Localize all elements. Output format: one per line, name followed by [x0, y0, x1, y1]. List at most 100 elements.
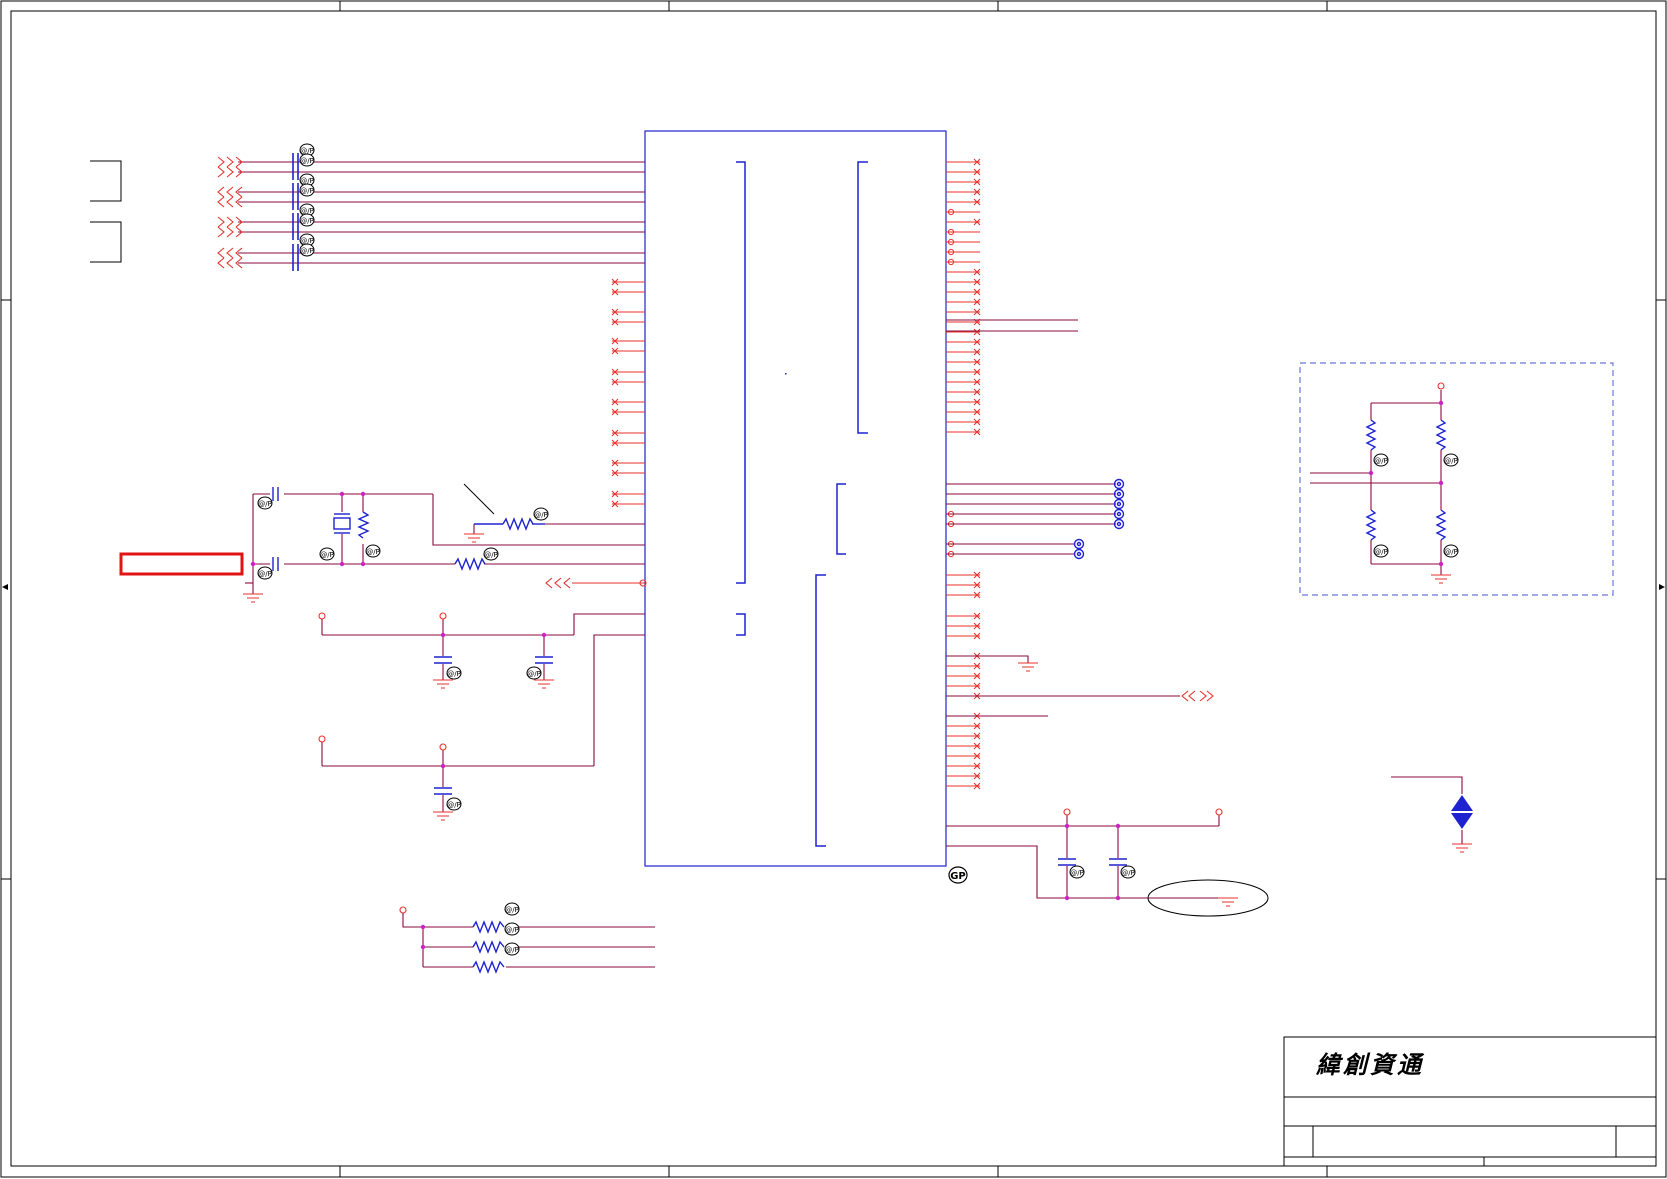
- frame-arrow-right: [1659, 584, 1665, 590]
- ic-right-pin: [946, 632, 981, 640]
- svg-text:@/P: @/P: [1374, 548, 1388, 556]
- ic-right-pin: [946, 591, 981, 599]
- part-op-badge: @/P: [533, 507, 549, 521]
- svg-text:@/P: @/P: [258, 570, 272, 578]
- ic-right-pin: [946, 228, 980, 236]
- ic-right-pin: [946, 298, 981, 306]
- crystal-section: [245, 493, 645, 594]
- ic-left-pin: [611, 278, 645, 286]
- esd-diode: [1391, 776, 1473, 844]
- ground-symbol: [433, 679, 453, 689]
- svg-text:@/P: @/P: [320, 551, 334, 559]
- ground-symbol: [433, 811, 453, 821]
- ic-right-pin: [946, 248, 980, 256]
- ic-left-pin: [611, 408, 645, 416]
- ic-right-pin: [946, 268, 981, 276]
- drawing-frame: [0, 0, 1667, 1178]
- right-junctions: [1064, 823, 1121, 901]
- svg-text:@/P: @/P: [484, 551, 498, 559]
- svg-text:@/P: @/P: [1444, 548, 1458, 556]
- part-op-badge: @/P: [319, 547, 335, 561]
- ic-right-pin: [946, 762, 981, 770]
- ic-left-pin: [611, 337, 645, 345]
- ic-right-pin: [946, 732, 981, 740]
- svg-text:@/P: @/P: [1070, 869, 1084, 877]
- ic-pins: [611, 158, 981, 790]
- ic-right-pin: [946, 288, 981, 296]
- ic-left-pin: [611, 429, 645, 437]
- ic-left-pin: [611, 439, 645, 447]
- crystal-symbols: [272, 487, 545, 571]
- svg-text:@/P: @/P: [527, 670, 541, 678]
- ground-symbol: [243, 593, 263, 603]
- company-name: 緯創資通: [1315, 1050, 1425, 1079]
- schematic-sheet: 緯創資通 @/P@/P@/P@/P@/P@/P@/P@/P@/P@/P@/P@/…: [0, 0, 1667, 1178]
- part-op-badge: @/P: [446, 666, 462, 680]
- svg-text:@/P: @/P: [300, 187, 314, 195]
- annotation-leader: [463, 483, 495, 515]
- ic-right-pin: [946, 218, 981, 226]
- supply-junctions: [440, 632, 547, 769]
- ic-right-pin: [946, 308, 981, 316]
- ic-right-pin: [946, 418, 981, 426]
- input-arrow-left: [545, 577, 647, 589]
- ic-right-pin: [946, 358, 981, 366]
- ic-right-pin: [946, 782, 981, 790]
- svg-text:@/P: @/P: [300, 247, 314, 255]
- ic-left-pin: [611, 378, 645, 386]
- frame-arrow-left: [2, 584, 8, 590]
- ground-symbol: [534, 679, 554, 689]
- diff-input-section: [90, 153, 645, 271]
- part-op-badge: @/P: [299, 153, 315, 167]
- svg-text:@/P: @/P: [1121, 869, 1135, 877]
- ic-left-pin: [611, 288, 645, 296]
- ic-right-pin: [946, 752, 981, 760]
- ic-right-pin: [946, 378, 981, 386]
- svg-text:@/P: @/P: [300, 217, 314, 225]
- svg-text:@/P: @/P: [1374, 457, 1388, 465]
- ic-right-pin: [946, 238, 980, 246]
- ic-left-pin: [611, 368, 645, 376]
- part-op-badge: @/P: [504, 922, 520, 936]
- ic-right-pin: [946, 772, 981, 780]
- ic-right-pin: [946, 408, 981, 416]
- svg-text:@/P: @/P: [505, 946, 519, 954]
- part-op-badge: @/P: [1069, 865, 1085, 879]
- part-op-badge: @/P: [257, 566, 273, 580]
- part-op-badge: @/P: [1443, 544, 1459, 558]
- part-op-badge: @/P: [1120, 865, 1136, 879]
- ic-right-pin: [946, 168, 981, 176]
- ic-center-dot: [785, 373, 787, 375]
- right-rails: [1063, 808, 1223, 816]
- ground-symbol: [464, 533, 484, 543]
- ic-right-pin: [946, 388, 981, 396]
- ic-left-pin: [611, 459, 645, 467]
- part-op-badge: @/P: [1373, 544, 1389, 558]
- ic-right-pin: [946, 581, 981, 589]
- supply-rails: [318, 612, 447, 914]
- svg-text:@/P: @/P: [447, 801, 461, 809]
- ic-right-pin: [946, 258, 980, 266]
- ic-pin-group-brackets: [736, 161, 868, 847]
- svg-text:@/P: @/P: [366, 548, 380, 556]
- ic-left-pin: [611, 500, 645, 508]
- ground-symbol: [1452, 843, 1472, 853]
- ic-left-pin: [611, 398, 645, 406]
- part-op-badge: @/P: [1373, 453, 1389, 467]
- ic-right-pin: [946, 722, 981, 730]
- right-caps: [1058, 858, 1127, 866]
- ic-right-pin: [946, 208, 980, 216]
- part-op-badge: @/P: [504, 902, 520, 916]
- part-op-badge: @/P: [365, 544, 381, 558]
- output-arrows: [1181, 690, 1214, 702]
- ic-right-pin: [946, 672, 981, 680]
- ic-right-pin: [946, 348, 981, 356]
- part-op-badge: @/P: [299, 183, 315, 197]
- test-points: [1073, 478, 1125, 560]
- right-wiring: [946, 319, 1228, 899]
- ic-right-pin: [946, 682, 981, 690]
- pullup-network: [402, 913, 655, 974]
- ic-right-pin: [946, 571, 981, 579]
- svg-text:@/P: @/P: [505, 906, 519, 914]
- ic-right-pin: [946, 178, 981, 186]
